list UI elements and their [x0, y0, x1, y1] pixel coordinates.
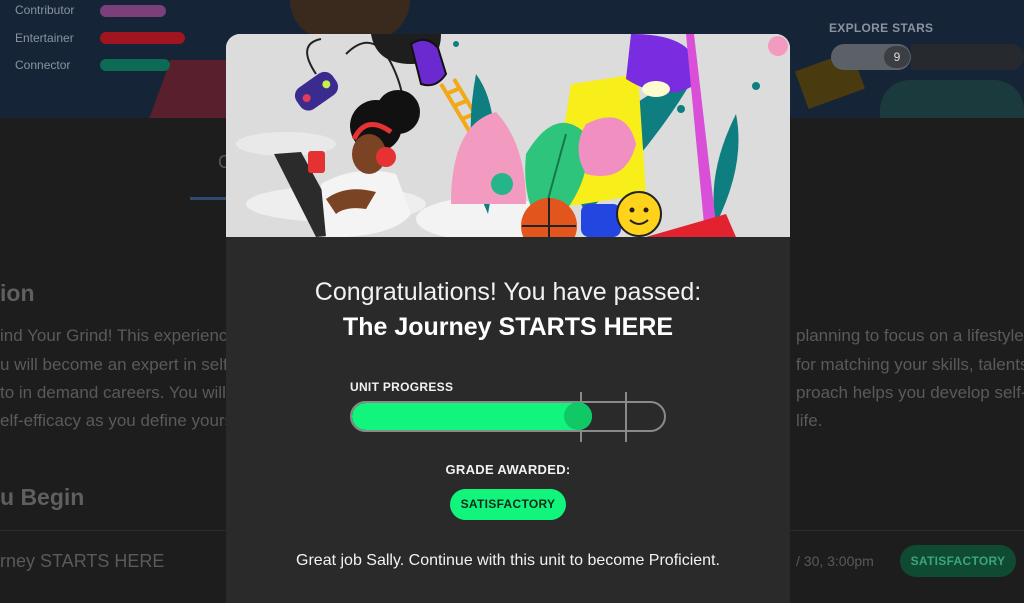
trait-label-entertainer: Entertainer — [15, 31, 74, 45]
trait-bar-contributor — [100, 5, 166, 17]
hero-illustration — [226, 34, 790, 237]
explore-stars-track[interactable] — [911, 44, 1024, 70]
description-line-right: planning to focus on a lifestyle-f — [796, 326, 1024, 345]
description-line: elf-efficacy as you define yourse — [0, 411, 243, 430]
background-tab-underline — [190, 197, 230, 200]
trait-label-contributor: Contributor — [15, 3, 75, 17]
section-heading: ion — [0, 280, 35, 306]
unit-progress-marker — [564, 402, 592, 430]
trait-label-connector: Connector — [15, 58, 71, 72]
description-line-right: proach helps you develop self-e — [796, 383, 1024, 402]
trait-bar-entertainer — [100, 32, 185, 44]
explore-stars-label: EXPLORE STARS — [829, 21, 934, 35]
description-line: ind Your Grind! This experience — [0, 326, 237, 345]
progress-milestone-tick — [625, 392, 627, 442]
unit-progress-fill — [352, 403, 592, 430]
description-line-right: for matching your skills, talents — [796, 355, 1024, 374]
unit-row-title[interactable]: rney STARTS HERE — [0, 551, 164, 572]
description-line: u will become an expert in self- — [0, 355, 234, 374]
grade-awarded-label: GRADE AWARDED: — [445, 462, 571, 477]
unit-row-date: / 30, 3:00pm — [796, 553, 874, 569]
explore-stars-value: 9 — [884, 46, 910, 68]
unit-title: The Journey STARTS HERE — [342, 313, 674, 341]
trait-bar-connector — [100, 59, 170, 71]
grade-badge: SATISFACTORY — [450, 489, 566, 520]
unit-row-status-badge: SATISFACTORY — [900, 545, 1016, 577]
congratulations-modal: Congratulations! You have passed: The Jo… — [226, 34, 790, 603]
encouragement-message: Great job Sally. Continue with this unit… — [296, 552, 720, 569]
description-line-right: life. — [796, 411, 823, 430]
description-line: to in demand careers. You will — [0, 383, 226, 402]
congratulations-heading: Congratulations! You have passed: — [314, 278, 702, 306]
unit-progress-label: UNIT PROGRESS — [350, 380, 454, 394]
before-you-begin-heading: u Begin — [0, 484, 85, 510]
unit-progress-bar — [350, 401, 666, 432]
